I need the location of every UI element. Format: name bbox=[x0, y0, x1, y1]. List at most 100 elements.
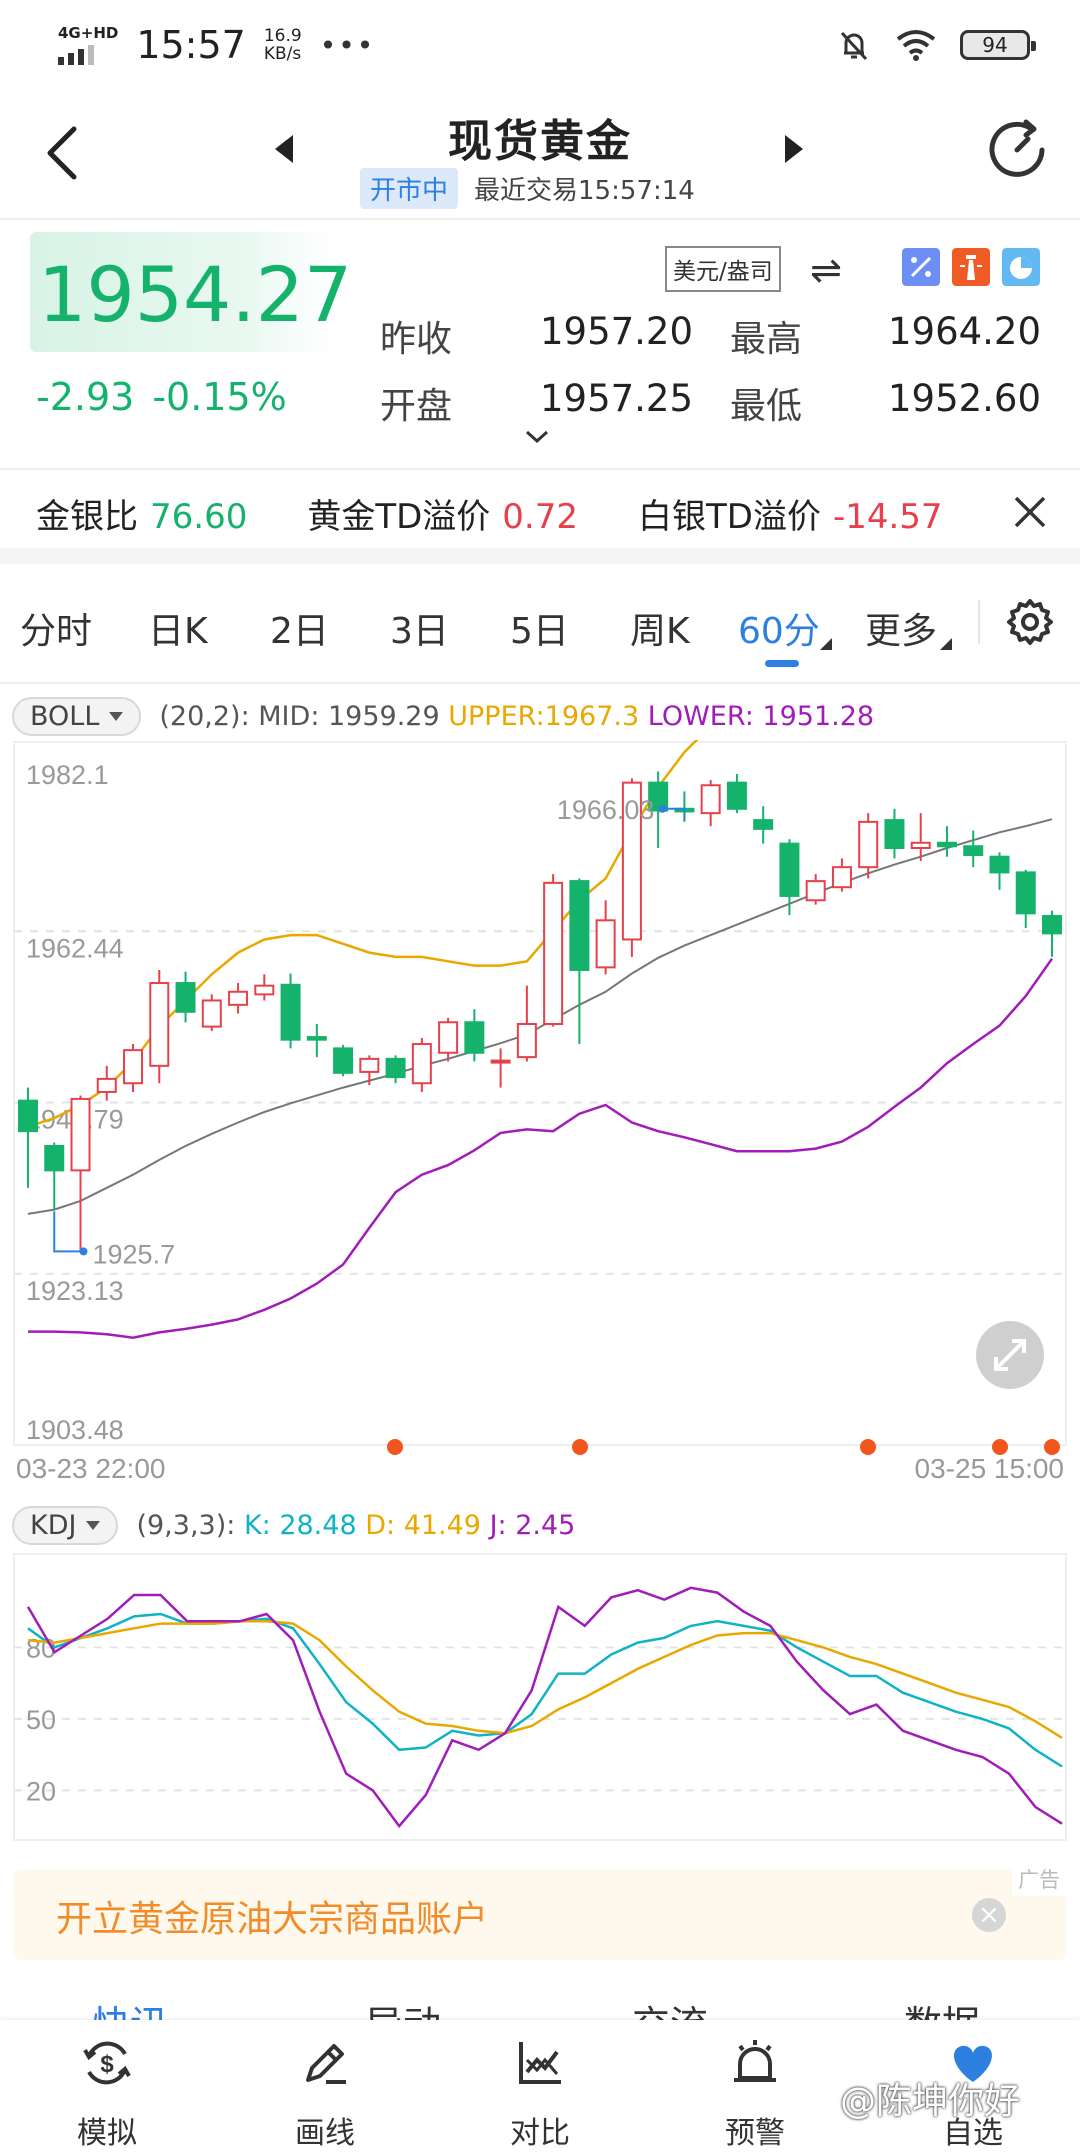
network-type: 4G+HD bbox=[58, 23, 119, 42]
x-end-label: 03-25 15:00 bbox=[915, 1453, 1064, 1484]
fullscreen-icon[interactable] bbox=[976, 1321, 1044, 1389]
candle-body bbox=[779, 842, 800, 897]
candle-body bbox=[569, 880, 590, 971]
candle-body bbox=[726, 781, 747, 810]
kdj-j: J: 2.45 bbox=[489, 1510, 576, 1541]
nav-draw-line[interactable]: 画线 bbox=[250, 2020, 400, 2154]
min-marker-line bbox=[53, 1211, 81, 1253]
prev-close-value: 1957.20 bbox=[540, 310, 694, 353]
kdj-legend: KDJ (9,3,3): K: 28.48 D: 41.49 J: 2.45 bbox=[12, 1506, 575, 1545]
signal-indicator: 4G+HD bbox=[58, 23, 119, 65]
nav-alert[interactable]: 预警 bbox=[680, 2020, 830, 2154]
candle-body bbox=[438, 1021, 459, 1054]
lighthouse-tool-icon[interactable] bbox=[952, 248, 990, 286]
high-label: 最高 bbox=[730, 319, 803, 360]
tab-discussion[interactable]: 交流 bbox=[632, 1994, 708, 2020]
ratio-label: 白银TD溢价 bbox=[638, 496, 821, 537]
min-marker-dot bbox=[79, 1247, 88, 1256]
calculator-tool-icon[interactable] bbox=[902, 248, 940, 286]
ad-tag: 广告 bbox=[1012, 1862, 1066, 1896]
ad-banner[interactable]: 开立黄金原油大宗商品账户 广告 × bbox=[14, 1862, 1066, 1960]
tab-2day[interactable]: 2日 bbox=[270, 602, 329, 654]
quote-divider bbox=[0, 468, 1080, 470]
network-speed: 16.9 KB/s bbox=[264, 27, 302, 63]
unit-selector[interactable]: 美元/盎司 bbox=[665, 246, 781, 292]
candle-body bbox=[910, 841, 931, 849]
kdj-selector[interactable]: KDJ bbox=[12, 1506, 119, 1545]
boll-mid-line bbox=[27, 818, 1053, 1215]
candle-body bbox=[333, 1047, 354, 1074]
tab-more[interactable]: 更多 bbox=[865, 602, 937, 654]
refresh-icon[interactable] bbox=[982, 115, 1052, 185]
tab-3day[interactable]: 3日 bbox=[390, 602, 449, 654]
candle-body bbox=[44, 1144, 65, 1172]
swap-unit-icon[interactable]: ⇌ bbox=[810, 248, 842, 292]
pie-chart-tool-icon[interactable] bbox=[1002, 248, 1040, 286]
close-icon[interactable] bbox=[1010, 492, 1050, 532]
x-start-label: 03-23 22:00 bbox=[16, 1453, 165, 1484]
tab-60min[interactable]: 60分 bbox=[738, 602, 820, 654]
ad-close-button[interactable]: × bbox=[972, 1898, 1006, 1932]
boll-upper-line bbox=[27, 740, 699, 1128]
y-tick-label: 1962.44 bbox=[26, 933, 124, 963]
change-percent: -0.15% bbox=[152, 375, 287, 419]
kdj-k: K: 28.48 bbox=[243, 1510, 357, 1541]
expand-quote-icon[interactable] bbox=[525, 430, 549, 444]
kdj-k-line bbox=[27, 1612, 1063, 1768]
tab-data[interactable]: 数据 bbox=[904, 1994, 980, 2020]
compare-chart-icon bbox=[519, 2042, 561, 2084]
chevron-down-icon bbox=[86, 1521, 101, 1530]
tab-intraday[interactable]: 分时 bbox=[20, 602, 92, 654]
gold-silver-ratio: 金银比 76.60 bbox=[36, 489, 247, 538]
candle-body bbox=[831, 866, 852, 889]
page-title: 现货黄金 bbox=[448, 116, 632, 167]
candle-body bbox=[490, 1059, 511, 1064]
next-instrument-icon[interactable] bbox=[785, 135, 803, 163]
tab-news[interactable]: 快讯 bbox=[92, 1994, 168, 2020]
pen-icon bbox=[306, 2044, 346, 2084]
event-marker-dot bbox=[572, 1439, 588, 1455]
candle-body bbox=[359, 1057, 380, 1073]
nav-simulate[interactable]: $ 模拟 bbox=[32, 2020, 182, 2154]
boll-mid: MID: 1959.29 bbox=[258, 701, 440, 732]
boll-lower: LOWER: 1951.28 bbox=[647, 701, 875, 732]
speed-unit: KB/s bbox=[263, 44, 302, 64]
tab-movers[interactable]: 异动 bbox=[365, 1994, 441, 2020]
candlestick-chart[interactable]: 1982.11962.441942.791923.131903.481966.0… bbox=[0, 740, 1080, 1490]
tab-5day[interactable]: 5日 bbox=[510, 602, 569, 654]
kdj-d-line bbox=[27, 1619, 1063, 1739]
silver-td-premium: 白银TD溢价 -14.57 bbox=[638, 489, 943, 538]
boll-selector[interactable]: BOLL bbox=[12, 697, 142, 736]
candle-body bbox=[306, 1036, 327, 1041]
kdj-selector-label: KDJ bbox=[30, 1510, 77, 1541]
ratio-value: 0.72 bbox=[502, 496, 578, 537]
max-price-label: 1966.03 bbox=[557, 795, 655, 825]
watermark: @陈坤你好 bbox=[840, 2081, 1021, 2122]
candle-body bbox=[989, 855, 1010, 874]
boll-upper: UPPER:1967.3 bbox=[448, 701, 640, 732]
tab-weekly[interactable]: 周K bbox=[630, 602, 690, 654]
boll-selector-label: BOLL bbox=[30, 701, 100, 732]
nav-label: 对比 bbox=[510, 2116, 570, 2151]
nav-label: 预警 bbox=[725, 2116, 785, 2151]
tab-daily[interactable]: 日K bbox=[148, 602, 208, 654]
gear-icon[interactable] bbox=[1005, 597, 1055, 647]
y-tick-label: 1923.13 bbox=[26, 1276, 124, 1306]
nav-compare[interactable]: 对比 bbox=[465, 2020, 615, 2154]
candle-body bbox=[858, 820, 879, 869]
candle-body bbox=[963, 845, 984, 856]
wifi-icon bbox=[896, 30, 936, 61]
candle-body bbox=[516, 1022, 537, 1059]
chart-frame bbox=[13, 741, 1067, 1446]
kdj-d: D: 41.49 bbox=[365, 1510, 481, 1541]
price-change: -2.93 -0.15% bbox=[36, 375, 287, 419]
last-trade-time: 最近交易15:57:14 bbox=[474, 176, 695, 206]
ad-text[interactable]: 开立黄金原油大宗商品账户 bbox=[56, 1890, 488, 1942]
candle-body bbox=[543, 881, 564, 1025]
low-value: 1952.60 bbox=[888, 377, 1042, 420]
candle-body bbox=[411, 1043, 432, 1085]
dropdown-triangle-icon bbox=[940, 638, 952, 650]
prev-close-label: 昨收 bbox=[380, 319, 453, 360]
kdj-chart[interactable]: 805020 bbox=[0, 1550, 1080, 1845]
chevron-down-icon bbox=[109, 712, 124, 721]
